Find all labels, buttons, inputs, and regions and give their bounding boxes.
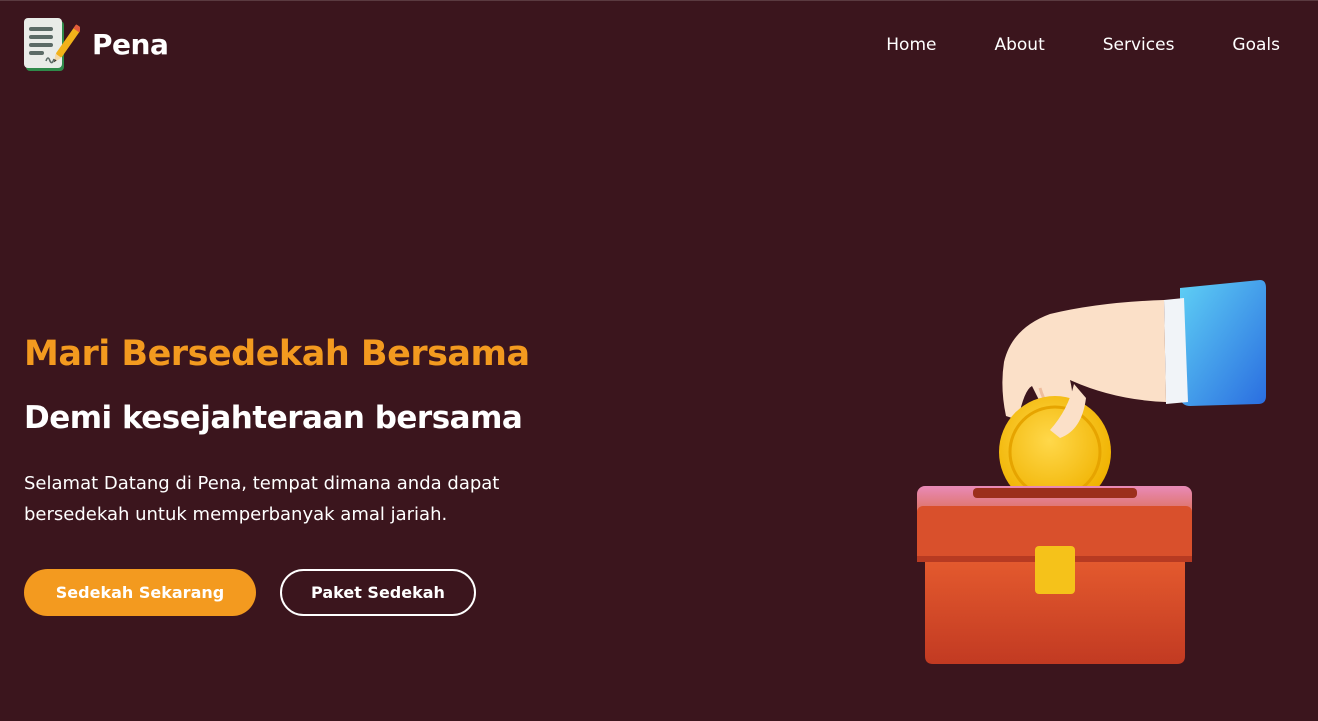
document-pen-icon [24, 18, 80, 71]
main-nav: Home About Services Goals [886, 33, 1280, 57]
nav-link-home[interactable]: Home [886, 33, 936, 57]
nav-link-goals[interactable]: Goals [1232, 33, 1280, 57]
hero-subtitle: Demi kesejahteraan bersama [24, 400, 523, 436]
top-border [0, 0, 1318, 1]
donation-box-icon [917, 280, 1266, 664]
hero-description: Selamat Datang di Pena, tempat dimana an… [24, 473, 500, 525]
hero-title: Mari Bersedekah Bersama [24, 334, 530, 374]
donation-package-button[interactable]: Paket Sedekah [280, 569, 476, 616]
brand-name: Pena [92, 28, 169, 61]
nav-link-about[interactable]: About [994, 33, 1044, 57]
nav-link-services[interactable]: Services [1103, 33, 1175, 57]
donate-now-button[interactable]: Sedekah Sekarang [24, 569, 256, 616]
brand-link[interactable]: Pena [24, 17, 169, 73]
